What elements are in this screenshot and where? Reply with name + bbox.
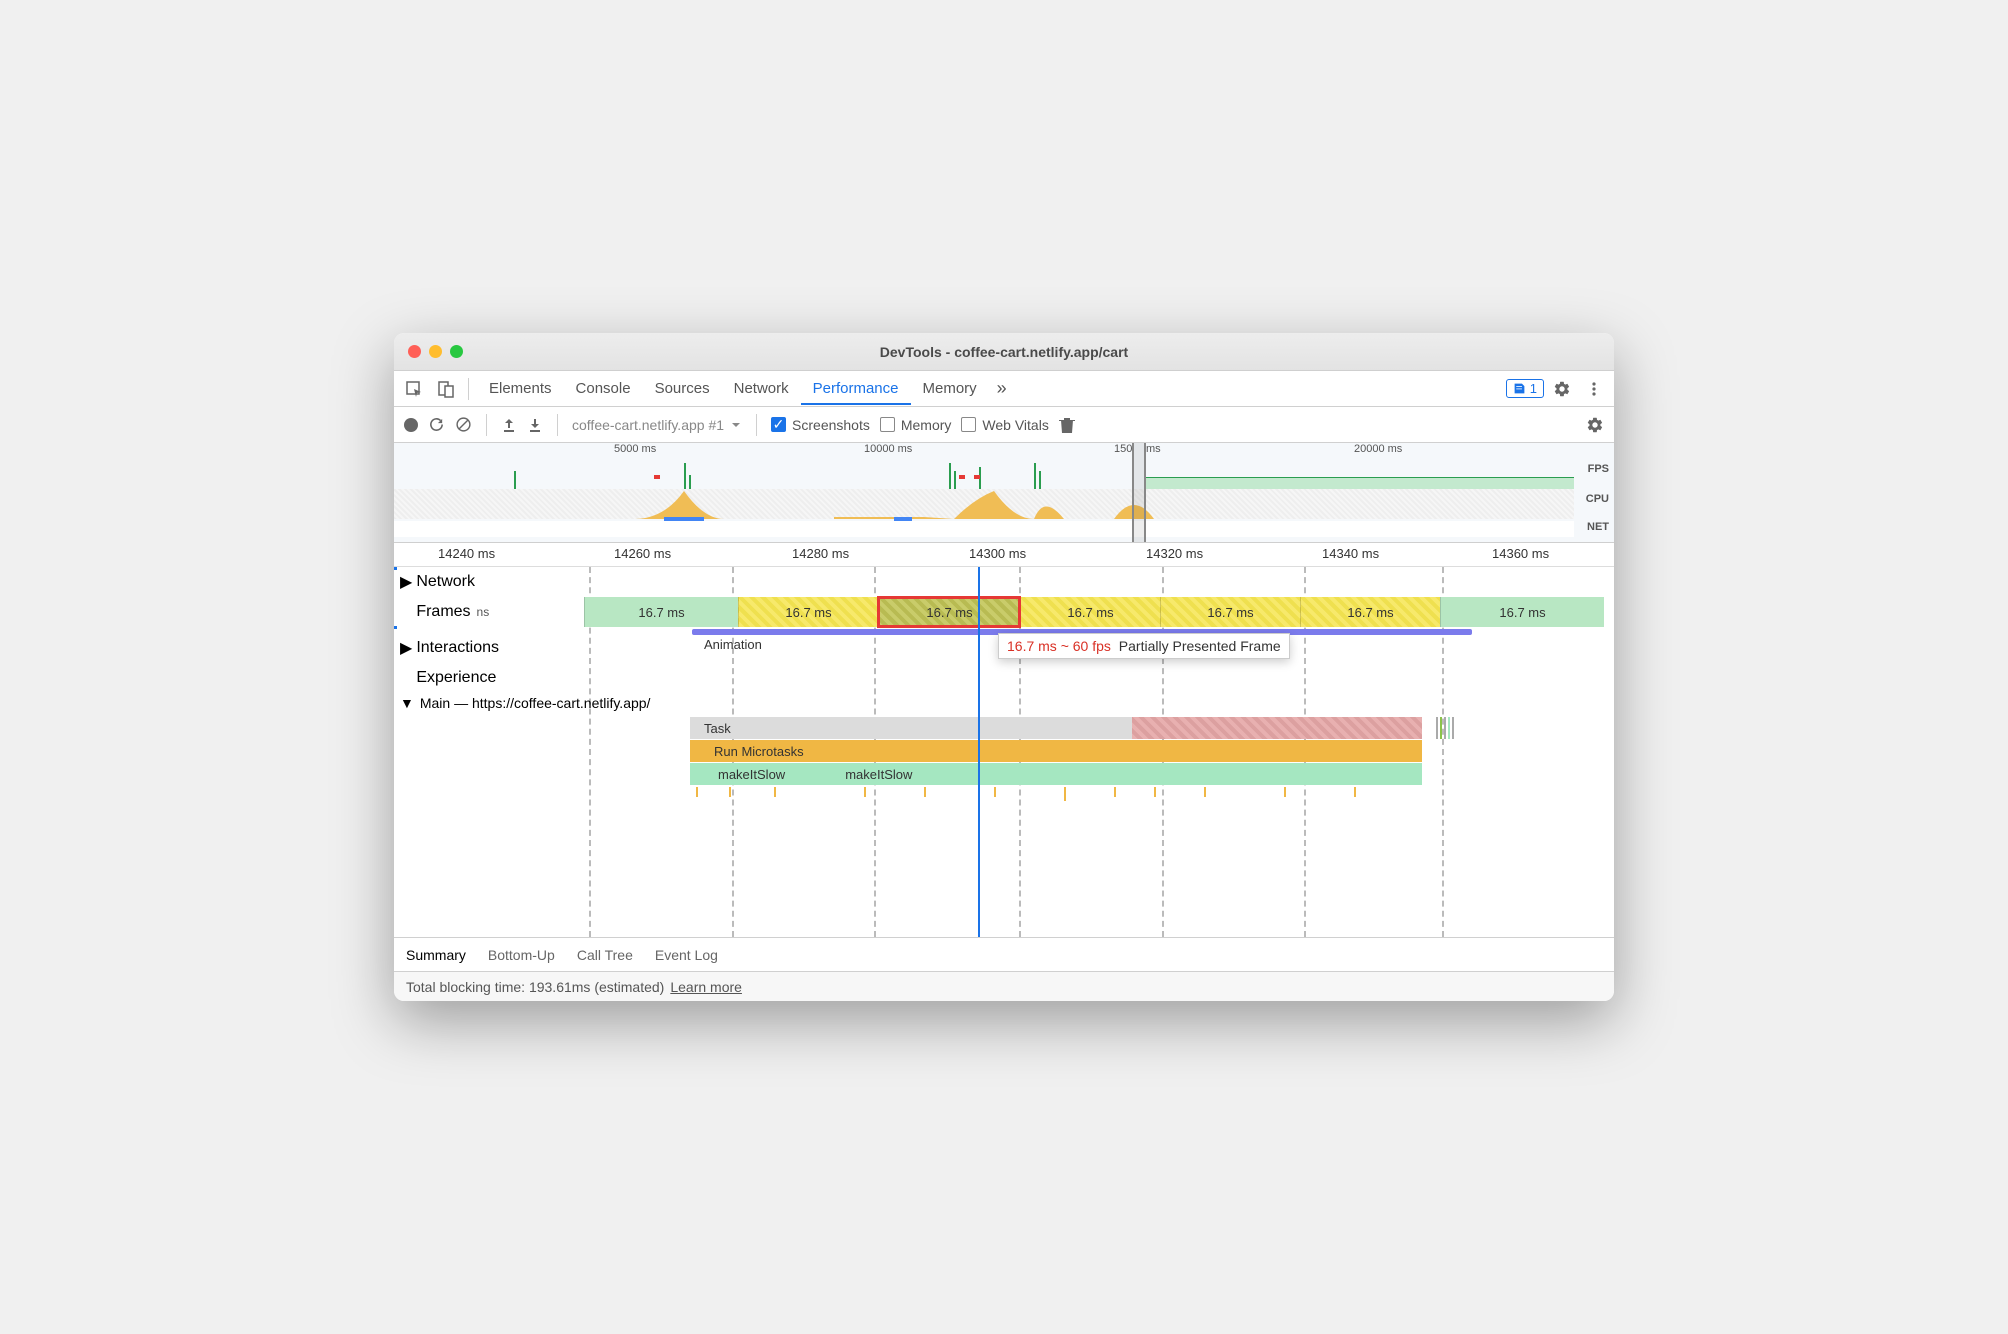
checkbox-icon bbox=[961, 417, 976, 432]
tab-sources[interactable]: Sources bbox=[643, 372, 722, 405]
kebab-menu-icon[interactable] bbox=[1580, 375, 1608, 403]
frame-tooltip: 16.7 ms ~ 60 fps Partially Presented Fra… bbox=[998, 633, 1290, 659]
details-tabbar: Summary Bottom-Up Call Tree Event Log bbox=[394, 937, 1614, 971]
main-tabbar: Elements Console Sources Network Perform… bbox=[394, 371, 1614, 407]
perf-toolbar: coffee-cart.netlify.app #1 ✓ Screenshots… bbox=[394, 407, 1614, 443]
issues-badge[interactable]: 1 bbox=[1506, 379, 1544, 398]
tab-bottom-up[interactable]: Bottom-Up bbox=[488, 947, 555, 963]
upload-button[interactable] bbox=[501, 417, 517, 433]
frame-block[interactable]: 16.7 ms bbox=[584, 597, 738, 627]
experience-track-header[interactable]: ▶ Experience bbox=[400, 663, 496, 693]
learn-more-link[interactable]: Learn more bbox=[670, 979, 742, 995]
network-track-header[interactable]: ▶ Network bbox=[400, 567, 475, 597]
main-track-header[interactable]: ▼ Main — https://coffee-cart.netlify.app… bbox=[400, 695, 650, 711]
tab-console[interactable]: Console bbox=[564, 372, 643, 405]
reload-record-button[interactable] bbox=[428, 416, 445, 433]
tab-network[interactable]: Network bbox=[722, 372, 801, 405]
disclosure-right-icon: ▶ bbox=[400, 572, 412, 592]
trash-button[interactable] bbox=[1059, 416, 1075, 434]
tab-elements[interactable]: Elements bbox=[477, 372, 564, 405]
memory-checkbox[interactable]: Memory bbox=[880, 417, 952, 433]
checkbox-icon bbox=[880, 417, 895, 432]
frame-block[interactable]: 16.7 ms bbox=[1440, 597, 1604, 627]
overview-tick: 5000 ms bbox=[614, 443, 656, 455]
tab-summary[interactable]: Summary bbox=[406, 947, 466, 963]
interactions-track-header[interactable]: ▶ Interactions bbox=[400, 633, 499, 663]
clear-button[interactable] bbox=[455, 416, 472, 433]
cpu-track bbox=[394, 489, 1574, 519]
inspect-icon[interactable] bbox=[400, 375, 428, 403]
blocking-time-text: Total blocking time: 193.61ms (estimated… bbox=[406, 979, 664, 995]
fps-label: FPS bbox=[1588, 463, 1609, 475]
overview-tick: 150 bbox=[1114, 443, 1132, 455]
fps-track bbox=[394, 459, 1574, 489]
status-bar: Total blocking time: 193.61ms (estimated… bbox=[394, 971, 1614, 1001]
hover-bracket-icon bbox=[394, 567, 397, 629]
overview-tick: 10000 ms bbox=[864, 443, 912, 455]
flame-slivers bbox=[1436, 717, 1454, 739]
download-button[interactable] bbox=[527, 417, 543, 433]
sub-tasks bbox=[684, 787, 1434, 827]
overview-tick: 20000 ms bbox=[1354, 443, 1402, 455]
frame-block[interactable]: 16.7 ms bbox=[1020, 597, 1160, 627]
frames-track-header[interactable]: ▶ Frames ns bbox=[400, 597, 489, 627]
tab-performance[interactable]: Performance bbox=[801, 372, 911, 405]
window-title: DevTools - coffee-cart.netlify.app/cart bbox=[394, 344, 1614, 360]
checkbox-checked-icon: ✓ bbox=[771, 417, 786, 432]
frame-block[interactable]: 16.7 ms bbox=[1300, 597, 1440, 627]
overview-tick: ms bbox=[1146, 443, 1161, 455]
timeline-ruler[interactable]: 14240 ms 14260 ms 14280 ms 14300 ms 1432… bbox=[394, 543, 1614, 567]
makeitslow-bar[interactable]: makeItSlow makeItSlow bbox=[690, 763, 1422, 785]
microtasks-bar[interactable]: Run Microtasks bbox=[690, 740, 1422, 762]
overview-brush[interactable] bbox=[1132, 443, 1146, 542]
more-tabs-icon[interactable]: » bbox=[993, 378, 1011, 399]
screenshots-checkbox[interactable]: ✓ Screenshots bbox=[771, 417, 870, 433]
playhead[interactable] bbox=[978, 567, 980, 937]
chevron-down-icon bbox=[730, 419, 742, 431]
cpu-label: CPU bbox=[1586, 493, 1609, 505]
frame-block[interactable]: 16.7 ms bbox=[1160, 597, 1300, 627]
tab-memory[interactable]: Memory bbox=[911, 372, 989, 405]
titlebar[interactable]: DevTools - coffee-cart.netlify.app/cart bbox=[394, 333, 1614, 371]
task-bar[interactable]: Task bbox=[690, 717, 1422, 739]
panel-settings-icon[interactable] bbox=[1586, 416, 1604, 434]
devtools-window: DevTools - coffee-cart.netlify.app/cart … bbox=[394, 333, 1614, 1001]
overview-minimap[interactable]: 5000 ms 10000 ms 150 ms 20000 ms FPS CPU… bbox=[394, 443, 1614, 543]
animation-label: Animation bbox=[704, 637, 762, 652]
frames-track: 16.7 ms 16.7 ms 16.7 ms 16.7 ms 16.7 ms … bbox=[584, 597, 1604, 627]
flame-chart[interactable]: ▶ Network ▶ Frames ns ▶ Interactions ▶ E… bbox=[394, 567, 1614, 937]
frame-block[interactable]: 16.7 ms bbox=[738, 597, 878, 627]
tab-event-log[interactable]: Event Log bbox=[655, 947, 718, 963]
issues-count: 1 bbox=[1530, 381, 1537, 396]
disclosure-down-icon: ▼ bbox=[400, 695, 414, 711]
settings-icon[interactable] bbox=[1548, 375, 1576, 403]
webvitals-checkbox[interactable]: Web Vitals bbox=[961, 417, 1048, 433]
recording-select[interactable]: coffee-cart.netlify.app #1 bbox=[572, 417, 742, 433]
close-icon[interactable] bbox=[408, 345, 421, 358]
net-track bbox=[394, 521, 1574, 537]
device-toggle-icon[interactable] bbox=[432, 375, 460, 403]
frame-block-selected[interactable]: 16.7 ms bbox=[878, 597, 1020, 627]
net-label: NET bbox=[1587, 521, 1609, 533]
long-task-corner-icon bbox=[1412, 717, 1422, 727]
disclosure-right-icon: ▶ bbox=[400, 638, 412, 658]
record-button[interactable] bbox=[404, 418, 418, 432]
minimize-icon[interactable] bbox=[429, 345, 442, 358]
tab-call-tree[interactable]: Call Tree bbox=[577, 947, 633, 963]
zoom-icon[interactable] bbox=[450, 345, 463, 358]
traffic-lights bbox=[408, 345, 463, 358]
